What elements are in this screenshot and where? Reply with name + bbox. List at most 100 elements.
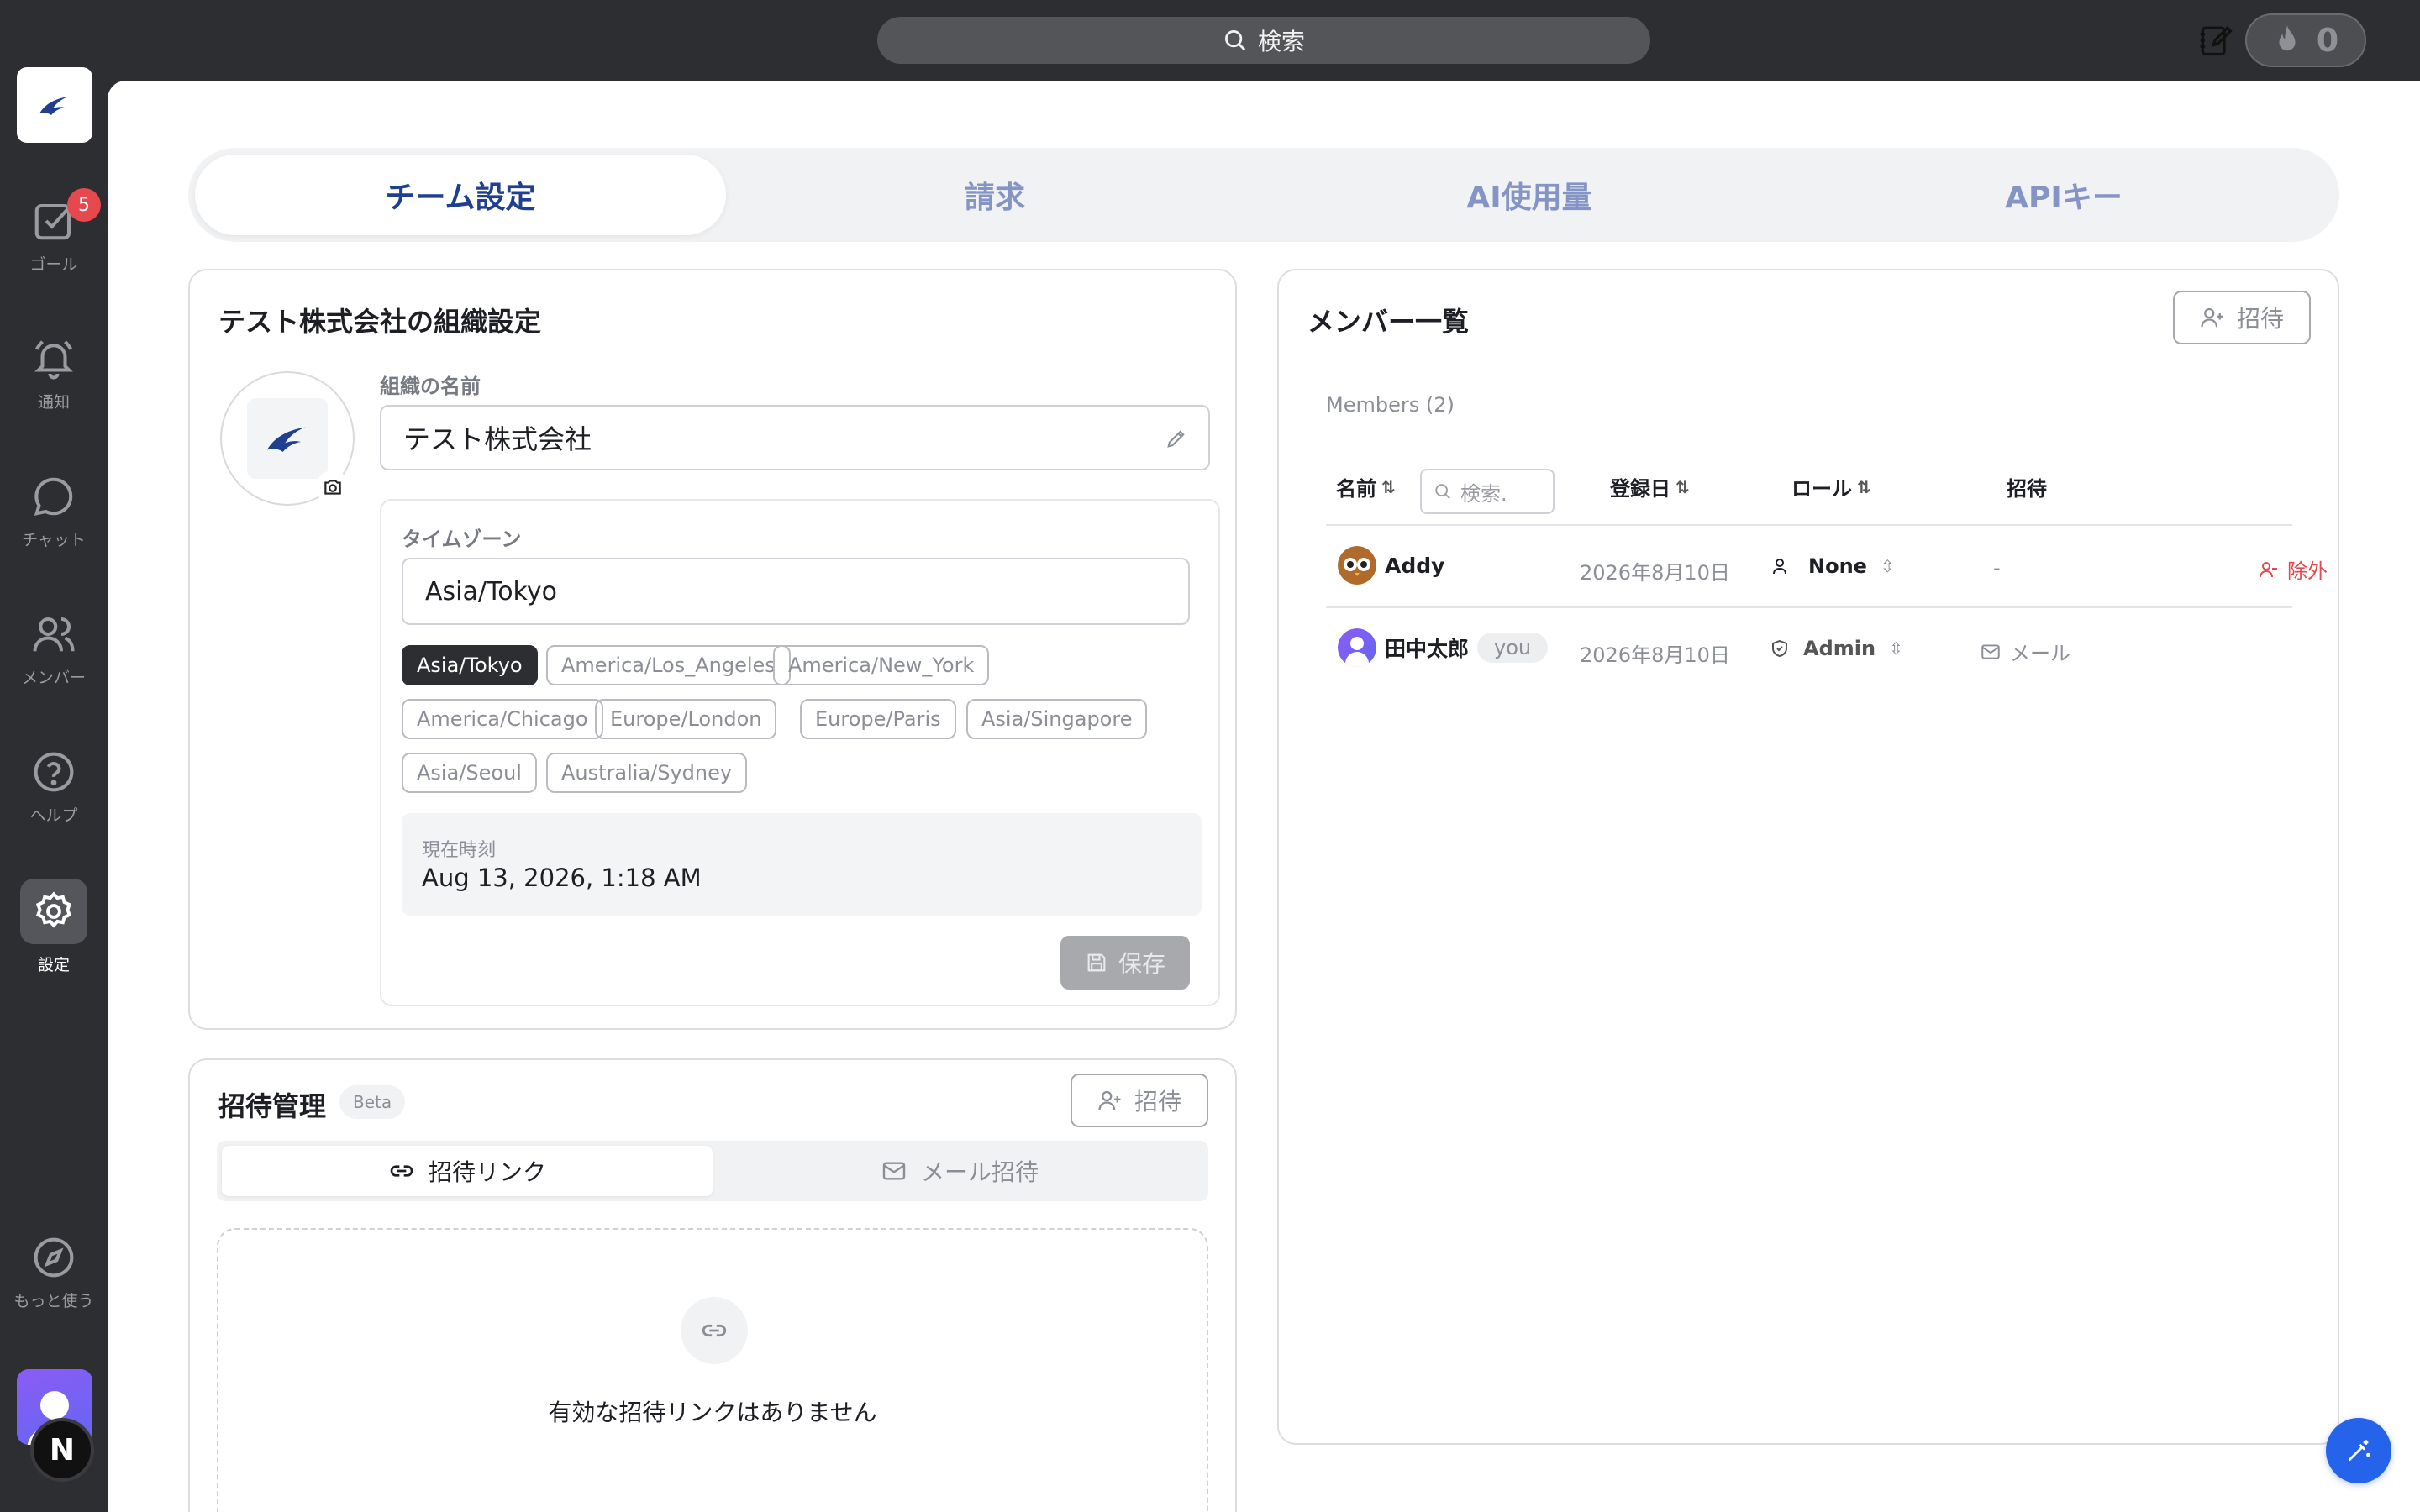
link-icon: [702, 1324, 727, 1337]
seg-email-invite[interactable]: メール招待: [714, 1146, 1205, 1196]
tz-chip-europe-paris[interactable]: Europe/Paris: [800, 699, 956, 739]
sidebar-item-label: ゴール: [29, 255, 78, 274]
timezone-value: Asia/Tokyo: [425, 576, 557, 606]
tz-chip-europe-london[interactable]: Europe/London: [595, 699, 777, 739]
col-name-header[interactable]: 名前 ⇅: [1336, 472, 1396, 501]
col-joined-label: 登録日: [1610, 477, 1670, 501]
mail-icon: [1981, 643, 2000, 659]
org-name-value: テスト株式会社: [403, 423, 592, 455]
chat-bubble-icon: [34, 477, 73, 516]
user-avatar-icon: [1338, 628, 1376, 667]
tab-team-settings[interactable]: チーム設定: [195, 155, 726, 235]
mail-icon: [882, 1162, 906, 1180]
sidebar-item-label: ヘルプ: [29, 806, 78, 825]
org-name-input[interactable]: テスト株式会社: [380, 405, 1210, 470]
tab-api-keys[interactable]: APIキー: [1798, 155, 2329, 235]
member-name-cell: Addy: [1338, 546, 1444, 585]
current-time-value: Aug 13, 2026, 1:18 AM: [422, 864, 702, 892]
role-value: None: [1808, 554, 1867, 578]
quill-logo-icon: [267, 427, 306, 452]
member-joined: 2026年8月10日: [1580, 561, 1730, 585]
members-card: メンバー一覧 招待 Members (2) 名前 ⇅ 検索. 登録日 ⇅ ロール…: [1277, 269, 2339, 1445]
flame-icon: [2279, 25, 2296, 51]
member-search-input[interactable]: 検索.: [1420, 469, 1555, 514]
sidebar-item-label: もっと使う: [13, 1292, 94, 1310]
col-invite-header: 招待: [2007, 472, 2047, 501]
sidebar-item-chat[interactable]: チャット: [0, 474, 108, 550]
invite-button-label: 招待: [1134, 1088, 1181, 1116]
note-edit-icon[interactable]: [2196, 22, 2233, 59]
role-select[interactable]: Admin ⇳: [1770, 637, 1903, 660]
save-icon: [1087, 953, 1106, 972]
sidebar-item-members[interactable]: メンバー: [0, 612, 108, 688]
sidebar-item-more[interactable]: もっと使う: [0, 1235, 108, 1311]
invite-mode-switch: 招待リンク メール招待: [217, 1141, 1208, 1201]
tz-chip-asia-tokyo[interactable]: Asia/Tokyo: [402, 645, 538, 685]
user-minus-icon: [2260, 561, 2277, 577]
invite-status: -: [1993, 556, 2001, 580]
help-circle-icon: [34, 752, 74, 792]
remove-member-button[interactable]: 除外: [2259, 554, 2328, 584]
sidebar: 5 ゴール 通知 チャット メンバー ヘルプ 設定 もっと使う: [0, 0, 108, 1512]
org-logo-inner: [247, 398, 328, 479]
tab-ai-usage[interactable]: AI使用量: [1264, 155, 1795, 235]
compass-icon: [34, 1237, 74, 1278]
col-joined-header[interactable]: 登録日 ⇅: [1610, 472, 1690, 501]
sort-icon: ⇅: [1676, 476, 1690, 497]
save-label: 保存: [1118, 950, 1165, 978]
sidebar-item-label: 設定: [37, 956, 70, 974]
members-invite-button[interactable]: 招待: [2173, 291, 2311, 344]
timezone-input[interactable]: Asia/Tokyo: [402, 558, 1190, 625]
invite-status-label: メール: [2010, 642, 2070, 665]
top-bar: 検索 0: [0, 0, 2420, 81]
goals-badge: 5: [67, 188, 101, 222]
tab-billing[interactable]: 請求: [729, 155, 1260, 235]
col-role-header[interactable]: ロール ⇅: [1791, 472, 1871, 501]
sidebar-item-goals[interactable]: 5 ゴール: [0, 188, 108, 275]
col-role-label: ロール: [1791, 477, 1852, 501]
sidebar-item-label: チャット: [22, 531, 86, 549]
current-time-label: 現在時刻: [422, 840, 497, 861]
sidebar-item-notifications[interactable]: 通知: [0, 336, 108, 412]
member-joined: 2026年8月10日: [1580, 643, 1730, 667]
owl-avatar-icon: [1338, 546, 1376, 585]
invite-management-card: 招待管理 Beta 招待 招待リンク メール招待 有効な招待リンクはありません: [188, 1058, 1237, 1512]
gear-icon: [35, 891, 72, 928]
streak-counter[interactable]: 0: [2245, 13, 2366, 67]
tz-chip-america-los-angeles[interactable]: America/Los_Angeles: [546, 645, 791, 685]
tz-chip-america-new-york[interactable]: America/New_York: [773, 645, 990, 685]
invite-links-empty-state: 有効な招待リンクはありません: [217, 1228, 1208, 1512]
link-icon: [390, 1165, 413, 1177]
tz-chip-asia-singapore[interactable]: Asia/Singapore: [966, 699, 1148, 739]
save-button[interactable]: 保存: [1060, 936, 1190, 990]
global-search[interactable]: 検索: [877, 17, 1650, 64]
camera-button[interactable]: [316, 470, 350, 504]
seg-invite-link[interactable]: 招待リンク: [222, 1146, 713, 1196]
tz-chip-america-chicago[interactable]: America/Chicago: [402, 699, 603, 739]
sidebar-item-settings[interactable]: 設定: [0, 879, 108, 975]
chevron-updown-icon: ⇳: [1880, 556, 1895, 576]
tz-chip-australia-sydney[interactable]: Australia/Sydney: [546, 753, 748, 793]
sidebar-item-help[interactable]: ヘルプ: [0, 749, 108, 826]
user-plus-icon: [2201, 307, 2223, 328]
org-settings-card: テスト株式会社の組織設定 組織の名前 テスト株式会社 タイムゾーン Asia/T…: [188, 269, 1237, 1030]
empty-state-text: 有効な招待リンクはありません: [548, 1399, 877, 1426]
user-icon: [1773, 559, 1786, 575]
settings-tabs: チーム設定 請求 AI使用量 APIキー: [188, 148, 2339, 242]
chevron-updown-icon: ⇳: [1889, 638, 1903, 659]
row-divider: [1326, 606, 2292, 608]
users-icon: [33, 617, 75, 652]
n-badge[interactable]: N: [30, 1418, 94, 1482]
pencil-icon[interactable]: [1165, 427, 1188, 450]
role-select[interactable]: None ⇳: [1770, 554, 1895, 578]
invite-status[interactable]: メール: [1980, 637, 2070, 666]
shield-icon: [1772, 639, 1787, 658]
streak-count: 0: [2316, 22, 2339, 59]
timezone-label: タイムゾーン: [402, 528, 522, 551]
tz-chip-asia-seoul[interactable]: Asia/Seoul: [402, 753, 537, 793]
camera-icon: [324, 480, 341, 495]
app-logo[interactable]: [17, 67, 92, 143]
invite-button[interactable]: 招待: [1071, 1074, 1208, 1127]
ai-assist-fab[interactable]: [2326, 1418, 2391, 1483]
member-name-cell: 田中太郎 you: [1338, 628, 1549, 667]
